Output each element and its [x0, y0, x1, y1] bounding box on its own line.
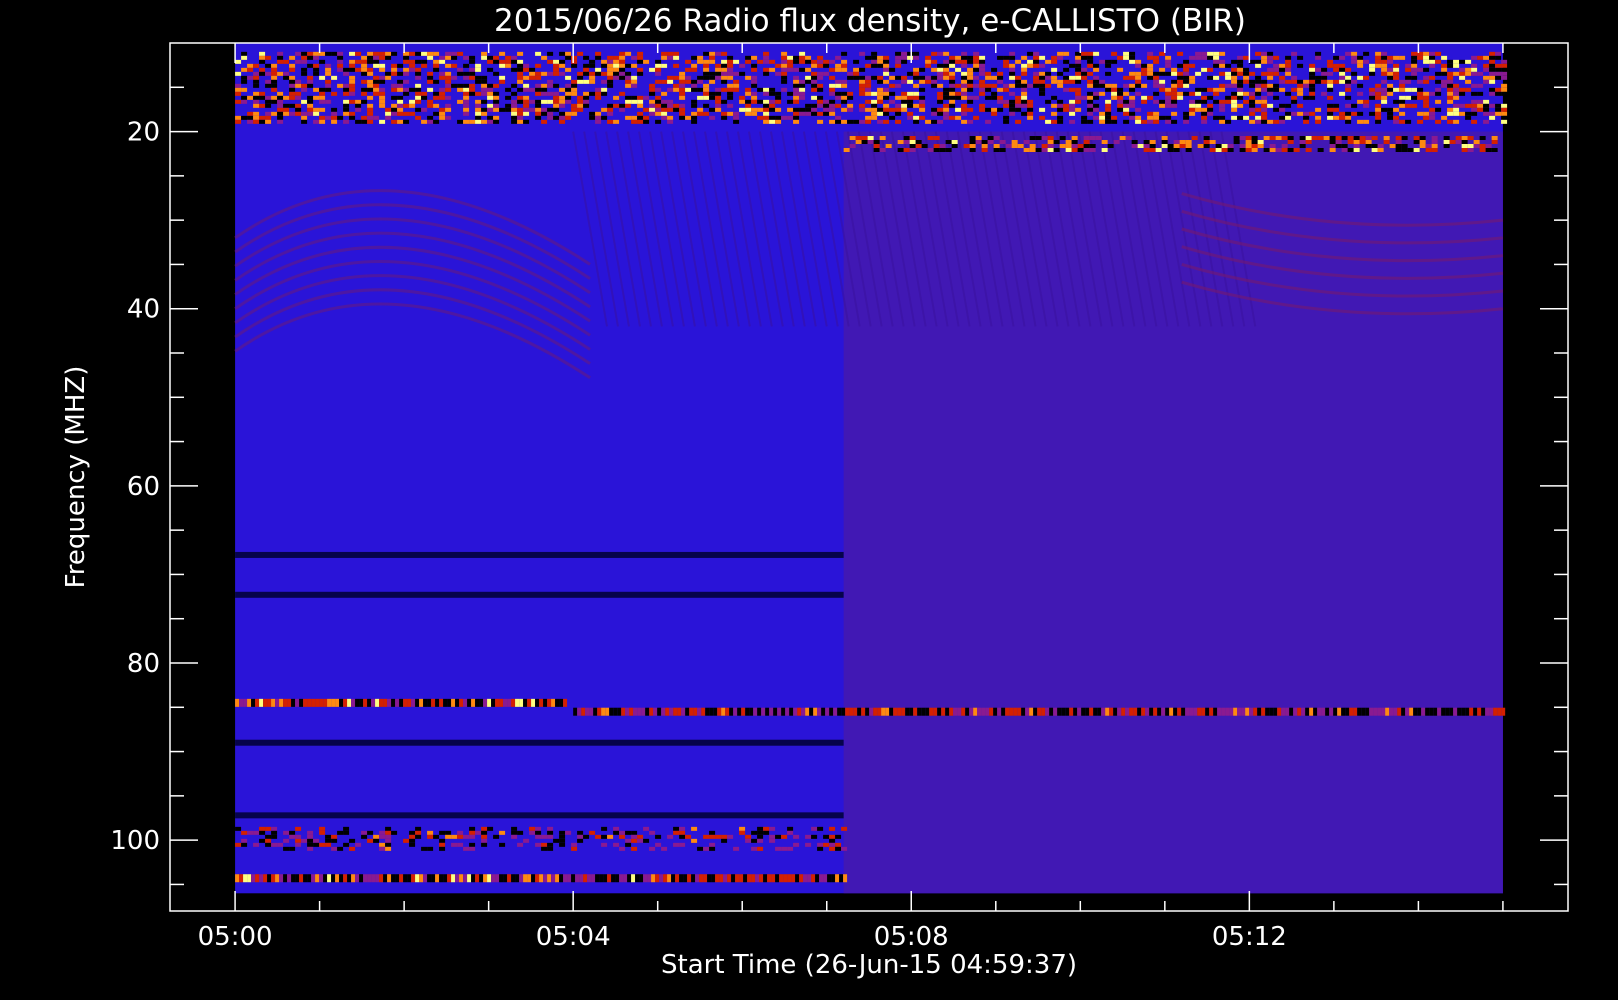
y-tick-label: 100 [110, 826, 160, 856]
dark-line [235, 812, 844, 819]
dark-line [235, 739, 844, 746]
spectrum-background-late [843, 131, 1503, 894]
spectrogram-heatmap [234, 43, 1508, 894]
y-axis-label: Frequency (MHZ) [61, 366, 91, 589]
y-tick-label: 20 [127, 118, 160, 148]
chart: 2015/06/26 Radio flux density, e-CALLIST… [61, 3, 1569, 980]
x-axis-label: Start Time (26-Jun-15 04:59:37) [661, 950, 1077, 980]
rfi-line [235, 874, 848, 883]
x-tick-label: 05:04 [536, 922, 611, 952]
chart-title: 2015/06/26 Radio flux density, e-CALLIST… [494, 3, 1246, 39]
plot-area: 05:00 05:04 05:08 05:12 20 40 60 80 100 [110, 42, 1569, 952]
y-tick-label: 80 [127, 649, 160, 679]
rfi-line [573, 707, 1506, 716]
dark-line [235, 551, 844, 558]
y-tick-label: 60 [127, 472, 160, 502]
y-tick-label: 40 [127, 295, 160, 325]
dark-line [235, 591, 844, 598]
rfi-line [235, 698, 568, 707]
x-tick-label: 05:12 [1212, 922, 1287, 952]
x-tick-label: 05:00 [198, 922, 273, 952]
x-tick-label: 05:08 [874, 922, 949, 952]
